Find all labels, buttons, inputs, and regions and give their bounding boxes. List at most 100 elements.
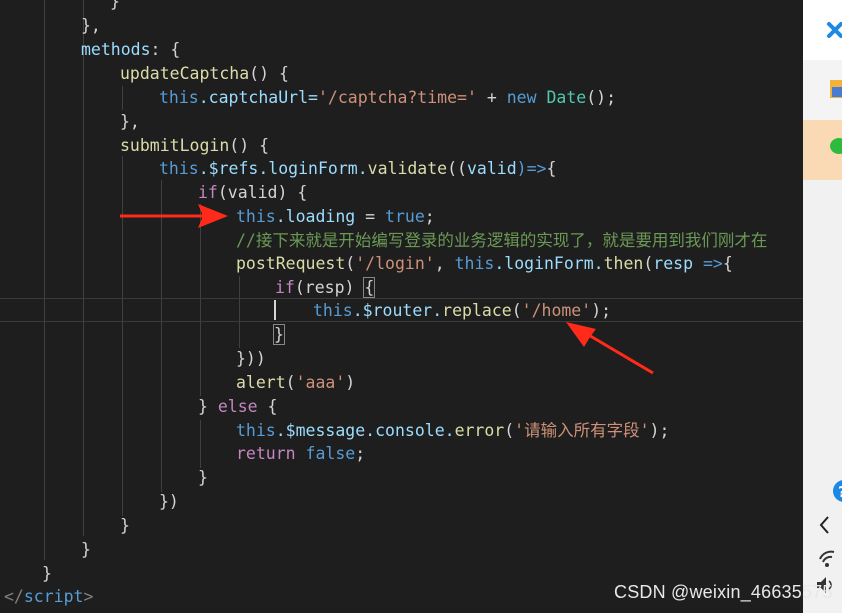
code-token: methods	[81, 40, 151, 59]
code-line[interactable]: }))	[236, 347, 266, 371]
side-wechat-area[interactable]	[803, 120, 842, 180]
close-x-icon[interactable]	[803, 0, 842, 60]
code-token: this	[454, 254, 495, 273]
code-token: postRequest	[236, 254, 346, 273]
indent-guide	[200, 420, 201, 468]
code-token: valid	[467, 159, 517, 178]
folder-icon[interactable]	[803, 60, 842, 120]
code-token: })	[159, 492, 179, 511]
code-token: >	[83, 587, 94, 606]
code-token: this	[159, 88, 199, 107]
matched-bracket: }	[273, 324, 285, 345]
svg-text:?: ?	[838, 483, 842, 501]
code-line[interactable]: }	[273, 323, 285, 347]
code-token: {	[546, 159, 557, 178]
code-line[interactable]: }	[81, 538, 91, 562]
code-line[interactable]: alert('aaa')	[236, 371, 355, 395]
code-token: script	[23, 587, 84, 606]
code-token: );	[649, 421, 670, 440]
code-token: (valid) {	[217, 183, 308, 202]
code-line[interactable]: </script>	[4, 585, 93, 609]
code-line[interactable]: this.$message.console.error('请输入所有字段');	[236, 419, 669, 443]
code-token: 'aaa'	[295, 373, 346, 392]
indent-guide	[161, 180, 162, 492]
indent-guide	[83, 0, 84, 536]
code-line[interactable]: this.captchaUrl='/captcha?time=' + new D…	[159, 86, 616, 110]
code-token: {	[257, 397, 278, 416]
code-token: then	[603, 254, 644, 273]
code-token: },	[120, 112, 140, 131]
code-token: this	[236, 207, 276, 226]
code-token: }))	[236, 349, 266, 368]
code-line[interactable]: })	[159, 490, 179, 514]
code-token: }	[198, 397, 218, 416]
code-line[interactable]: postRequest('/login', this.loginForm.the…	[236, 252, 733, 276]
code-token: }	[198, 468, 208, 487]
code-token: (	[643, 254, 654, 273]
code-token: .captchaUrl=	[198, 88, 318, 107]
code-token: () {	[229, 136, 270, 155]
code-line[interactable]: },	[81, 14, 101, 38]
code-line[interactable]: updateCaptcha() {	[120, 62, 289, 86]
side-close-area[interactable]	[803, 0, 842, 60]
code-token: '/home'	[521, 301, 592, 320]
code-line[interactable]: },	[120, 110, 140, 134]
side-help[interactable]: ?	[803, 476, 842, 506]
code-token: ((	[447, 159, 467, 178]
code-token: updateCaptcha	[120, 64, 250, 83]
indent-guide	[122, 86, 123, 110]
code-line[interactable]: submitLogin() {	[120, 134, 269, 158]
chevron-left-icon[interactable]	[803, 511, 842, 539]
code-token: </	[4, 587, 24, 606]
code-token: replace	[442, 301, 512, 320]
wifi-icon[interactable]	[803, 543, 842, 571]
code-line[interactable]: //接下来就是开始编写登录的业务逻辑的实现了，就是要用到我们刚才在	[236, 229, 767, 253]
code-token: this	[313, 301, 353, 320]
code-token: if	[275, 278, 295, 297]
code-token: alert	[236, 373, 286, 392]
side-wifi[interactable]	[803, 543, 842, 571]
code-token: false	[295, 444, 356, 463]
code-token: (	[285, 373, 296, 392]
code-token: ;	[424, 207, 435, 226]
code-token: {	[170, 40, 181, 59]
code-token: '/login'	[355, 254, 435, 273]
code-token: '/captcha?time='	[317, 88, 477, 107]
code-token: (	[345, 254, 356, 273]
code-token: );	[591, 301, 612, 320]
code-token: return	[236, 444, 296, 463]
code-line[interactable]: this.$router.replace('/home');	[313, 299, 611, 323]
code-line[interactable]: if(resp) {	[275, 276, 376, 300]
code-line[interactable]: methods: {	[81, 38, 180, 62]
code-comment: //接下来就是开始编写登录的业务逻辑的实现了，就是要用到我们刚才在	[236, 231, 768, 250]
code-line[interactable]: this.$refs.loginForm.validate((valid)=>{	[159, 157, 556, 181]
indent-guide	[44, 0, 45, 560]
code-token: )	[345, 373, 356, 392]
code-token: submitLogin	[120, 136, 230, 155]
code-editor[interactable]: } }, methods: { updateCaptcha() { this.c…	[0, 0, 803, 613]
code-line[interactable]: if(valid) {	[198, 181, 307, 205]
code-line[interactable]: }	[120, 514, 130, 538]
code-token: (resp)	[294, 278, 365, 297]
side-folder-area[interactable]	[803, 60, 842, 120]
side-panel: ?	[803, 0, 842, 613]
code-token: () {	[249, 64, 289, 83]
code-token: this	[236, 421, 276, 440]
code-token: ;	[355, 444, 366, 463]
code-token: .$refs.loginForm.	[198, 159, 368, 178]
code-token: resp	[653, 254, 694, 273]
watermark: CSDN @weixin_46635575	[614, 582, 833, 602]
code-line[interactable]: return false;	[236, 442, 365, 466]
code-token: new	[506, 88, 537, 107]
code-token: :	[150, 40, 161, 59]
help-icon[interactable]: ?	[803, 476, 842, 506]
code-line[interactable]: this.loading = true;	[236, 205, 435, 229]
code-line[interactable]: }	[198, 466, 208, 490]
code-token: .loading	[275, 207, 356, 226]
code-token: else	[217, 397, 258, 416]
side-collapse[interactable]	[803, 511, 842, 539]
code-line[interactable]: } else {	[198, 395, 278, 419]
code-line[interactable]: }	[42, 562, 52, 586]
wechat-icon[interactable]	[803, 120, 842, 180]
code-line[interactable]: }	[110, 0, 120, 14]
